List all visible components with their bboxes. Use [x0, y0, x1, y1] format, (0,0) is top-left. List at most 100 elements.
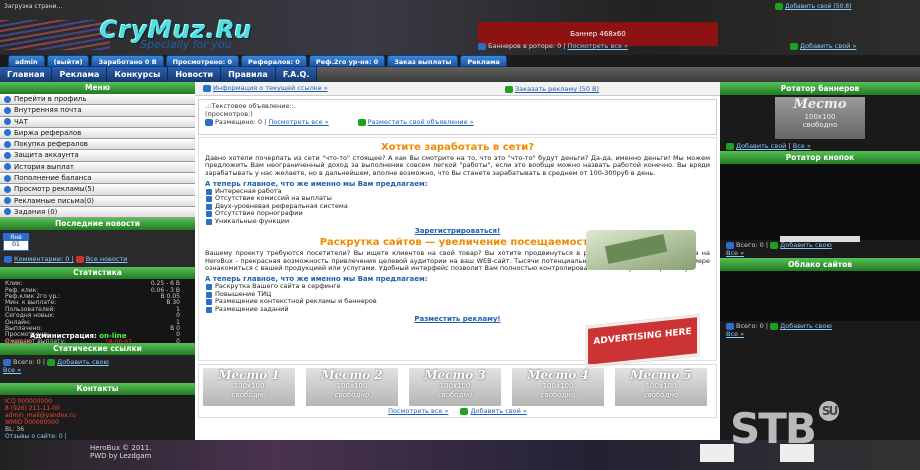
rotator-add-link[interactable]: Добавить свой: [736, 142, 786, 150]
places-all-link[interactable]: Посмотреть все »: [388, 407, 448, 415]
see-all-link[interactable]: Посмотреть все »: [268, 118, 328, 126]
menu-item[interactable]: Перейти в профиль: [0, 94, 195, 106]
menu-item[interactable]: ЧАТ: [0, 116, 195, 128]
nav-faq[interactable]: F.A.Q.: [276, 67, 318, 82]
current-link-info[interactable]: Информация о текущей ссылке »: [213, 84, 328, 92]
place-size: 100x100: [233, 382, 265, 390]
add-link[interactable]: Добавить свою: [57, 358, 109, 366]
place-title: Место: [793, 97, 847, 112]
place-size: 100x100: [542, 382, 574, 390]
tab-payout[interactable]: Заказ выплаты: [387, 55, 459, 67]
tab-ads[interactable]: Реклама: [460, 55, 507, 67]
menu-item[interactable]: История выплат: [0, 161, 195, 174]
menu-item[interactable]: Покупка рефералов: [0, 139, 195, 151]
stat-time: 18:00:07: [105, 339, 132, 347]
bullet-icon: [4, 208, 11, 216]
promo-list-item: Размещение заданий: [205, 305, 710, 314]
menu-title: Меню: [0, 82, 195, 94]
site-slogan: Specially for you: [140, 38, 232, 51]
place-status: свободно: [540, 391, 576, 399]
place-ad-link[interactable]: Разместить своё объявление »: [368, 118, 474, 126]
news-title: Последние новости: [0, 218, 195, 231]
comments-link[interactable]: Комментарии: 0 |: [14, 255, 74, 263]
places-add-link[interactable]: Добавить свой »: [470, 407, 526, 415]
ad-places: Место 1 100x100 свободно Место 2 100x100 сво…: [198, 364, 717, 418]
contacts-title: Контакты: [0, 383, 195, 396]
rotator-button[interactable]: [780, 236, 860, 242]
place-title: Место 5: [630, 368, 692, 382]
tab-referrals[interactable]: Рефералов: 0: [241, 55, 307, 67]
powered-by: PWD by Lezdgam: [90, 452, 152, 460]
text-ad-title: .::Текстовое объявление::.: [205, 102, 296, 110]
contact-phone: 8 (926) 211-11-00: [5, 405, 60, 413]
rotator-all-link[interactable]: Посмотреть все »: [568, 42, 628, 50]
header: Загрузка страни... CryMuz.Ru Specially f…: [0, 0, 920, 55]
nav-rules[interactable]: Правила: [221, 67, 276, 82]
nav-ads[interactable]: Реклама: [52, 67, 108, 82]
tab-user[interactable]: admin: [8, 55, 45, 67]
text-ad-links: Размещено: 0 | Посмотреть все » Размести…: [205, 118, 710, 126]
menu-item[interactable]: Биржа рефералов: [0, 127, 195, 140]
tab-referrals-2[interactable]: Реф.2го ур-ня: 0: [308, 55, 386, 67]
info-icon: [726, 241, 734, 249]
plus-icon: [357, 118, 366, 126]
plus-icon: [790, 42, 798, 50]
ad-place[interactable]: Место 4 100x100 свободно: [512, 368, 604, 406]
rotator-all-link[interactable]: Все »: [793, 142, 811, 150]
order-ad[interactable]: Заказать рекламу (50 В): [505, 85, 599, 93]
button-all-link[interactable]: Все »: [726, 249, 744, 257]
banner-rotator-title: Ротатор баннеров: [720, 82, 920, 95]
bullet-icon: [4, 197, 11, 205]
tab-logout[interactable]: (выйти): [46, 55, 90, 67]
add-site-link[interactable]: Добавить свой (50.8): [775, 3, 851, 10]
links-count: Всего: 0 |: [13, 358, 46, 367]
menu-item[interactable]: Защита аккаунта: [0, 150, 195, 162]
money-image: [586, 230, 696, 270]
button-rotator-area: [720, 164, 920, 242]
nav-home[interactable]: Главная: [0, 67, 53, 82]
counter-badge[interactable]: [700, 444, 734, 462]
watermark-su: SU: [818, 401, 840, 421]
menu-item[interactable]: Рекламные письма(0): [0, 195, 195, 207]
menu-item[interactable]: Внутренняя почта: [0, 105, 195, 117]
place-title: Место 2: [321, 368, 383, 382]
add-banner-link[interactable]: Добавить свой »: [790, 42, 856, 50]
cloud-add-link[interactable]: Добавить свою: [780, 322, 832, 330]
place-status: свободно: [802, 121, 838, 129]
cloud-all-link[interactable]: Все »: [726, 330, 744, 338]
place-title: Место 4: [527, 368, 589, 382]
add-site-label: Добавить свой (50.8): [785, 3, 852, 10]
calendar-icon: Янв 01: [3, 233, 29, 252]
menu-item[interactable]: Просмотр рекламы(5): [0, 184, 195, 196]
menu-item[interactable]: Пополнение баланса: [0, 173, 195, 185]
cal-month: Янв: [4, 234, 28, 242]
rotator-place[interactable]: Место 100x100 свободно: [775, 97, 865, 139]
tab-viewed[interactable]: Просмотрено: 0: [165, 55, 240, 67]
place-size: 100x100: [439, 382, 471, 390]
place-title: Место 3: [424, 368, 486, 382]
tab-earned[interactable]: Заработано 0 В: [91, 55, 164, 67]
ad-place[interactable]: Место 1 100x100 свободно: [203, 368, 295, 406]
main-content: Информация о текущей ссылке » Заказать р…: [195, 82, 720, 440]
nav-news[interactable]: Новости: [168, 67, 222, 82]
info-icon: [3, 358, 11, 366]
menu-label: Биржа рефералов: [14, 128, 82, 137]
add-banner-label: Добавить свой »: [800, 42, 857, 50]
news-icon: [75, 255, 84, 263]
ad-place[interactable]: Место 3 100x100 свободно: [409, 368, 501, 406]
button-add-link[interactable]: Добавить свою: [780, 241, 832, 249]
nav-filler: [317, 67, 920, 82]
place-status: свободно: [231, 391, 267, 399]
menu-item[interactable]: Задания (0): [0, 206, 195, 219]
contact-email[interactable]: admin_mail@yandex.ru: [5, 412, 190, 419]
nav-contests[interactable]: Конкурсы: [107, 67, 169, 82]
menu-label: Пополнение баланса: [14, 174, 92, 183]
all-links[interactable]: Все »: [3, 366, 21, 374]
place-status: свободно: [437, 391, 473, 399]
ad-place[interactable]: Место 5 100x100 свободно: [615, 368, 707, 406]
menu-label: История выплат: [14, 162, 74, 171]
comment-icon: [4, 255, 12, 263]
order-ad-link[interactable]: Заказать рекламу (50 В): [515, 85, 599, 93]
ad-place[interactable]: Место 2 100x100 свободно: [306, 368, 398, 406]
all-news-link[interactable]: Все новости: [86, 255, 128, 263]
